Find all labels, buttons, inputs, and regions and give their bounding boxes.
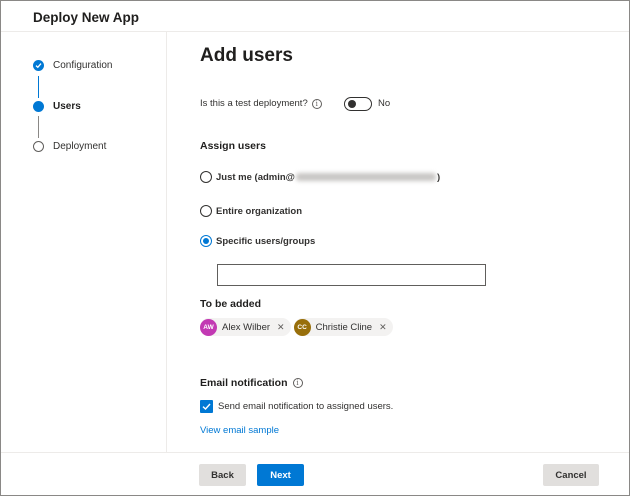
- back-button[interactable]: Back: [199, 464, 246, 486]
- info-icon[interactable]: i: [292, 378, 303, 388]
- radio-button[interactable]: [200, 171, 212, 183]
- test-deployment-question: Is this a test deployment?: [200, 98, 308, 109]
- current-step-icon: [33, 100, 44, 112]
- toggle-knob: [348, 100, 356, 108]
- panel-title: Deploy New App: [33, 10, 140, 25]
- radio-just-me[interactable]: Just me (admin@ ): [200, 171, 440, 183]
- cancel-button[interactable]: Cancel: [543, 464, 599, 486]
- radio-button-selected[interactable]: [200, 235, 212, 247]
- toggle-label: No: [378, 98, 391, 109]
- user-name: Alex Wilber: [222, 321, 271, 333]
- step-label: Configuration: [53, 59, 113, 71]
- remove-icon[interactable]: ✕: [277, 322, 285, 333]
- email-notification-checkbox-row[interactable]: Send email notification to assigned user…: [200, 400, 393, 413]
- user-chip[interactable]: CC Christie Cline ✕: [293, 318, 393, 336]
- email-notification-heading-row: Email notification i: [200, 377, 303, 389]
- pending-step-icon: [33, 140, 44, 152]
- test-deployment-row: Is this a test deployment? i No: [200, 97, 500, 111]
- avatar: CC: [293, 318, 311, 336]
- step-navigation: Configuration Users Deployment: [1, 32, 167, 452]
- step-deployment[interactable]: Deployment: [33, 139, 106, 153]
- radio-entire-organization[interactable]: Entire organization: [200, 205, 302, 217]
- step-label: Deployment: [53, 140, 107, 152]
- radio-label: Entire organization: [216, 205, 303, 217]
- page-title: Add users: [200, 45, 293, 66]
- checkbox-label: Send email notification to assigned user…: [218, 401, 394, 412]
- panel-footer: Back Next Cancel: [1, 452, 629, 495]
- deploy-app-panel: Deploy New App Configuration Users Deplo…: [0, 0, 630, 496]
- radio-label-prefix: Just me (admin@: [216, 171, 295, 183]
- radio-label: Specific users/groups: [216, 235, 316, 247]
- step-connector: [38, 116, 39, 138]
- next-button[interactable]: Next: [257, 464, 304, 486]
- step-label: Users: [53, 100, 81, 112]
- user-chip[interactable]: AW Alex Wilber ✕: [200, 318, 291, 336]
- selected-users: AW Alex Wilber ✕ CC Christie Cline ✕: [200, 318, 396, 336]
- radio-button[interactable]: [200, 205, 212, 217]
- checkbox-checked[interactable]: [200, 400, 213, 413]
- radio-specific-users[interactable]: Specific users/groups: [200, 235, 315, 247]
- view-email-sample-link[interactable]: View email sample: [200, 425, 279, 436]
- test-deployment-toggle[interactable]: [344, 97, 372, 111]
- radio-label-suffix: ): [436, 171, 441, 183]
- checkmark-icon: [33, 59, 44, 71]
- redacted-domain: [295, 173, 436, 181]
- step-users[interactable]: Users: [33, 99, 81, 113]
- remove-icon[interactable]: ✕: [379, 322, 387, 333]
- to-be-added-heading: To be added: [200, 298, 262, 310]
- user-name: Christie Cline: [315, 321, 373, 333]
- panel-header: Deploy New App: [1, 1, 629, 32]
- email-notification-heading: Email notification: [200, 377, 288, 389]
- avatar: AW: [200, 318, 217, 336]
- info-icon[interactable]: i: [311, 98, 322, 109]
- step-connector: [38, 76, 39, 98]
- assign-users-heading: Assign users: [200, 140, 266, 152]
- step-configuration[interactable]: Configuration: [33, 58, 112, 72]
- user-search-input[interactable]: [217, 264, 486, 286]
